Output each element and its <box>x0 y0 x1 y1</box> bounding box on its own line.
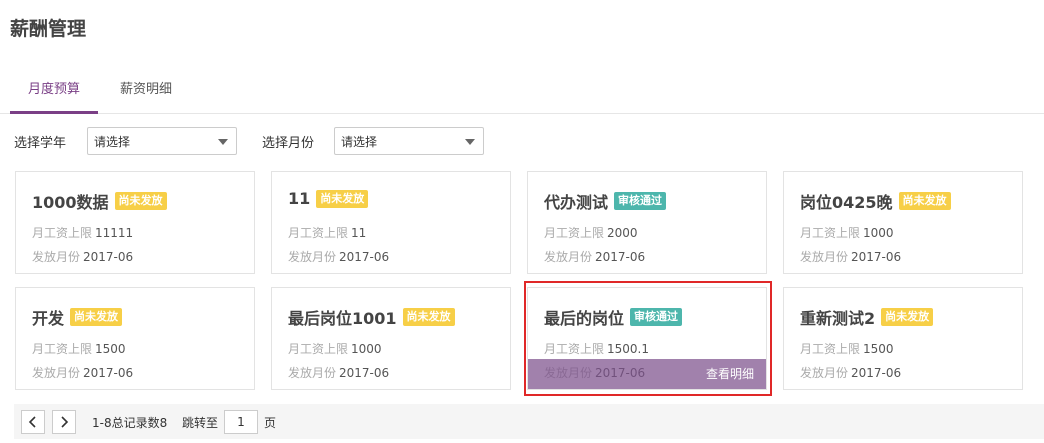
salary-limit-label: 月工资上限 <box>544 226 605 240</box>
tab-salary-details[interactable]: 薪资明细 <box>106 76 186 113</box>
card-title: 最后岗位1001 尚未发放 <box>288 305 455 329</box>
salary-limit-label: 月工资上限 <box>800 342 861 356</box>
budget-card[interactable]: 代办测试 审核通过 月工资上限 2000 发放月份 2017-06 <box>527 171 767 274</box>
salary-limit-value: 11111 <box>95 226 134 240</box>
pay-month-label: 发放月份 <box>800 250 849 264</box>
status-badge: 尚未发放 <box>881 308 934 326</box>
salary-limit-value: 1500 <box>863 342 894 356</box>
status-badge: 尚未发放 <box>70 308 123 326</box>
card-title: 重新测试2 尚未发放 <box>800 305 934 329</box>
tab-bar: 月度预算 薪资明细 <box>0 76 1044 114</box>
salary-limit-value: 1000 <box>863 226 894 240</box>
budget-card[interactable]: 开发 尚未发放 月工资上限 1500 发放月份 2017-06 <box>15 287 255 390</box>
salary-limit-value: 1000 <box>351 342 382 356</box>
next-page-button[interactable] <box>52 410 76 434</box>
card-name: 开发 <box>32 309 65 328</box>
salary-limit-label: 月工资上限 <box>288 342 349 356</box>
pay-month-value: 2017-06 <box>851 250 902 264</box>
highlight-box <box>524 281 772 396</box>
record-summary: 1-8总记录数8 <box>92 416 168 430</box>
page-number-input[interactable] <box>224 410 258 434</box>
budget-card[interactable]: 岗位0425晚 尚未发放 月工资上限 1000 发放月份 2017-06 <box>783 171 1023 274</box>
pay-month-label: 发放月份 <box>288 366 337 380</box>
pay-month-label: 发放月份 <box>288 250 337 264</box>
pay-month-value: 2017-06 <box>339 366 390 380</box>
pay-month-label: 发放月份 <box>32 366 81 380</box>
tab-monthly-budget[interactable]: 月度预算 <box>10 76 98 114</box>
pay-month-value: 2017-06 <box>339 250 390 264</box>
card-title: 1000数据 尚未发放 <box>32 189 167 213</box>
month-select-value: 请选择 <box>341 135 378 149</box>
card-title: 开发 尚未发放 <box>32 305 123 329</box>
pay-month-row: 发放月份2017-06 <box>288 248 389 265</box>
budget-card[interactable]: 11 尚未发放 月工资上限 11 发放月份 2017-06 <box>271 171 511 274</box>
salary-limit-row: 月工资上限 1000 <box>288 340 382 357</box>
salary-management-page: 薪酬管理 月度预算 薪资明细 选择学年 请选择 选择月份 请选择 1000数据 … <box>0 0 1044 443</box>
card-title: 代办测试 审核通过 <box>544 189 667 213</box>
status-badge: 尚未发放 <box>402 308 455 326</box>
pay-month-row: 发放月份2017-06 <box>32 364 133 381</box>
year-select[interactable]: 请选择 <box>87 127 237 155</box>
chevron-left-icon <box>28 416 36 428</box>
card-name: 最后岗位1001 <box>288 309 397 328</box>
salary-limit-label: 月工资上限 <box>32 226 93 240</box>
card-name: 代办测试 <box>544 193 609 212</box>
pay-month-label: 发放月份 <box>800 366 849 380</box>
month-select[interactable]: 请选择 <box>334 127 484 155</box>
card-name: 重新测试2 <box>800 309 876 328</box>
card-title: 11 尚未发放 <box>288 189 369 208</box>
budget-card[interactable]: 重新测试2 尚未发放 月工资上限 1500 发放月份 2017-06 <box>783 287 1023 390</box>
salary-limit-row: 月工资上限 1500 <box>32 340 126 357</box>
chevron-right-icon <box>61 416 69 428</box>
salary-limit-row: 月工资上限 11 <box>288 224 366 241</box>
salary-limit-label: 月工资上限 <box>800 226 861 240</box>
budget-card[interactable]: 1000数据 尚未发放 月工资上限 11111 发放月份 2017-06 <box>15 171 255 274</box>
status-badge: 尚未发放 <box>316 189 369 208</box>
pay-month-value: 2017-06 <box>83 366 134 380</box>
pay-month-label: 发放月份 <box>544 250 593 264</box>
card-name: 岗位0425晚 <box>800 193 893 212</box>
jump-to-label: 跳转至 <box>182 416 219 430</box>
year-select-value: 请选择 <box>94 135 131 149</box>
salary-limit-value: 11 <box>351 226 367 240</box>
page-suffix-label: 页 <box>264 416 277 430</box>
chevron-down-icon <box>465 139 475 145</box>
salary-limit-label: 月工资上限 <box>288 226 349 240</box>
salary-limit-row: 月工资上限 1000 <box>800 224 894 241</box>
card-title: 岗位0425晚 尚未发放 <box>800 189 951 213</box>
year-filter-label: 选择学年 <box>14 136 67 151</box>
card-name: 1000数据 <box>32 193 109 212</box>
pay-month-value: 2017-06 <box>83 250 134 264</box>
salary-limit-row: 月工资上限 1500 <box>800 340 894 357</box>
previous-page-button[interactable] <box>21 410 45 434</box>
month-filter-label: 选择月份 <box>262 136 315 151</box>
status-badge: 尚未发放 <box>898 192 951 210</box>
pay-month-label: 发放月份 <box>32 250 81 264</box>
salary-limit-value: 2000 <box>607 226 638 240</box>
pay-month-value: 2017-06 <box>851 366 902 380</box>
status-badge: 尚未发放 <box>114 192 167 210</box>
card-name: 11 <box>288 189 311 208</box>
page-title: 薪酬管理 <box>10 18 87 40</box>
chevron-down-icon <box>218 139 228 145</box>
pay-month-value: 2017-06 <box>595 250 646 264</box>
pay-month-row: 发放月份2017-06 <box>32 248 133 265</box>
salary-limit-value: 1500 <box>95 342 126 356</box>
pay-month-row: 发放月份2017-06 <box>800 364 901 381</box>
pay-month-row: 发放月份2017-06 <box>800 248 901 265</box>
salary-limit-row: 月工资上限 11111 <box>32 224 133 241</box>
status-badge: 审核通过 <box>614 192 667 210</box>
salary-limit-label: 月工资上限 <box>32 342 93 356</box>
pagination-bar: 1-8总记录数8 跳转至 页 <box>14 404 1044 439</box>
pay-month-row: 发放月份2017-06 <box>288 364 389 381</box>
budget-card[interactable]: 最后岗位1001 尚未发放 月工资上限 1000 发放月份 2017-06 <box>271 287 511 390</box>
pay-month-row: 发放月份2017-06 <box>544 248 645 265</box>
salary-limit-row: 月工资上限 2000 <box>544 224 638 241</box>
